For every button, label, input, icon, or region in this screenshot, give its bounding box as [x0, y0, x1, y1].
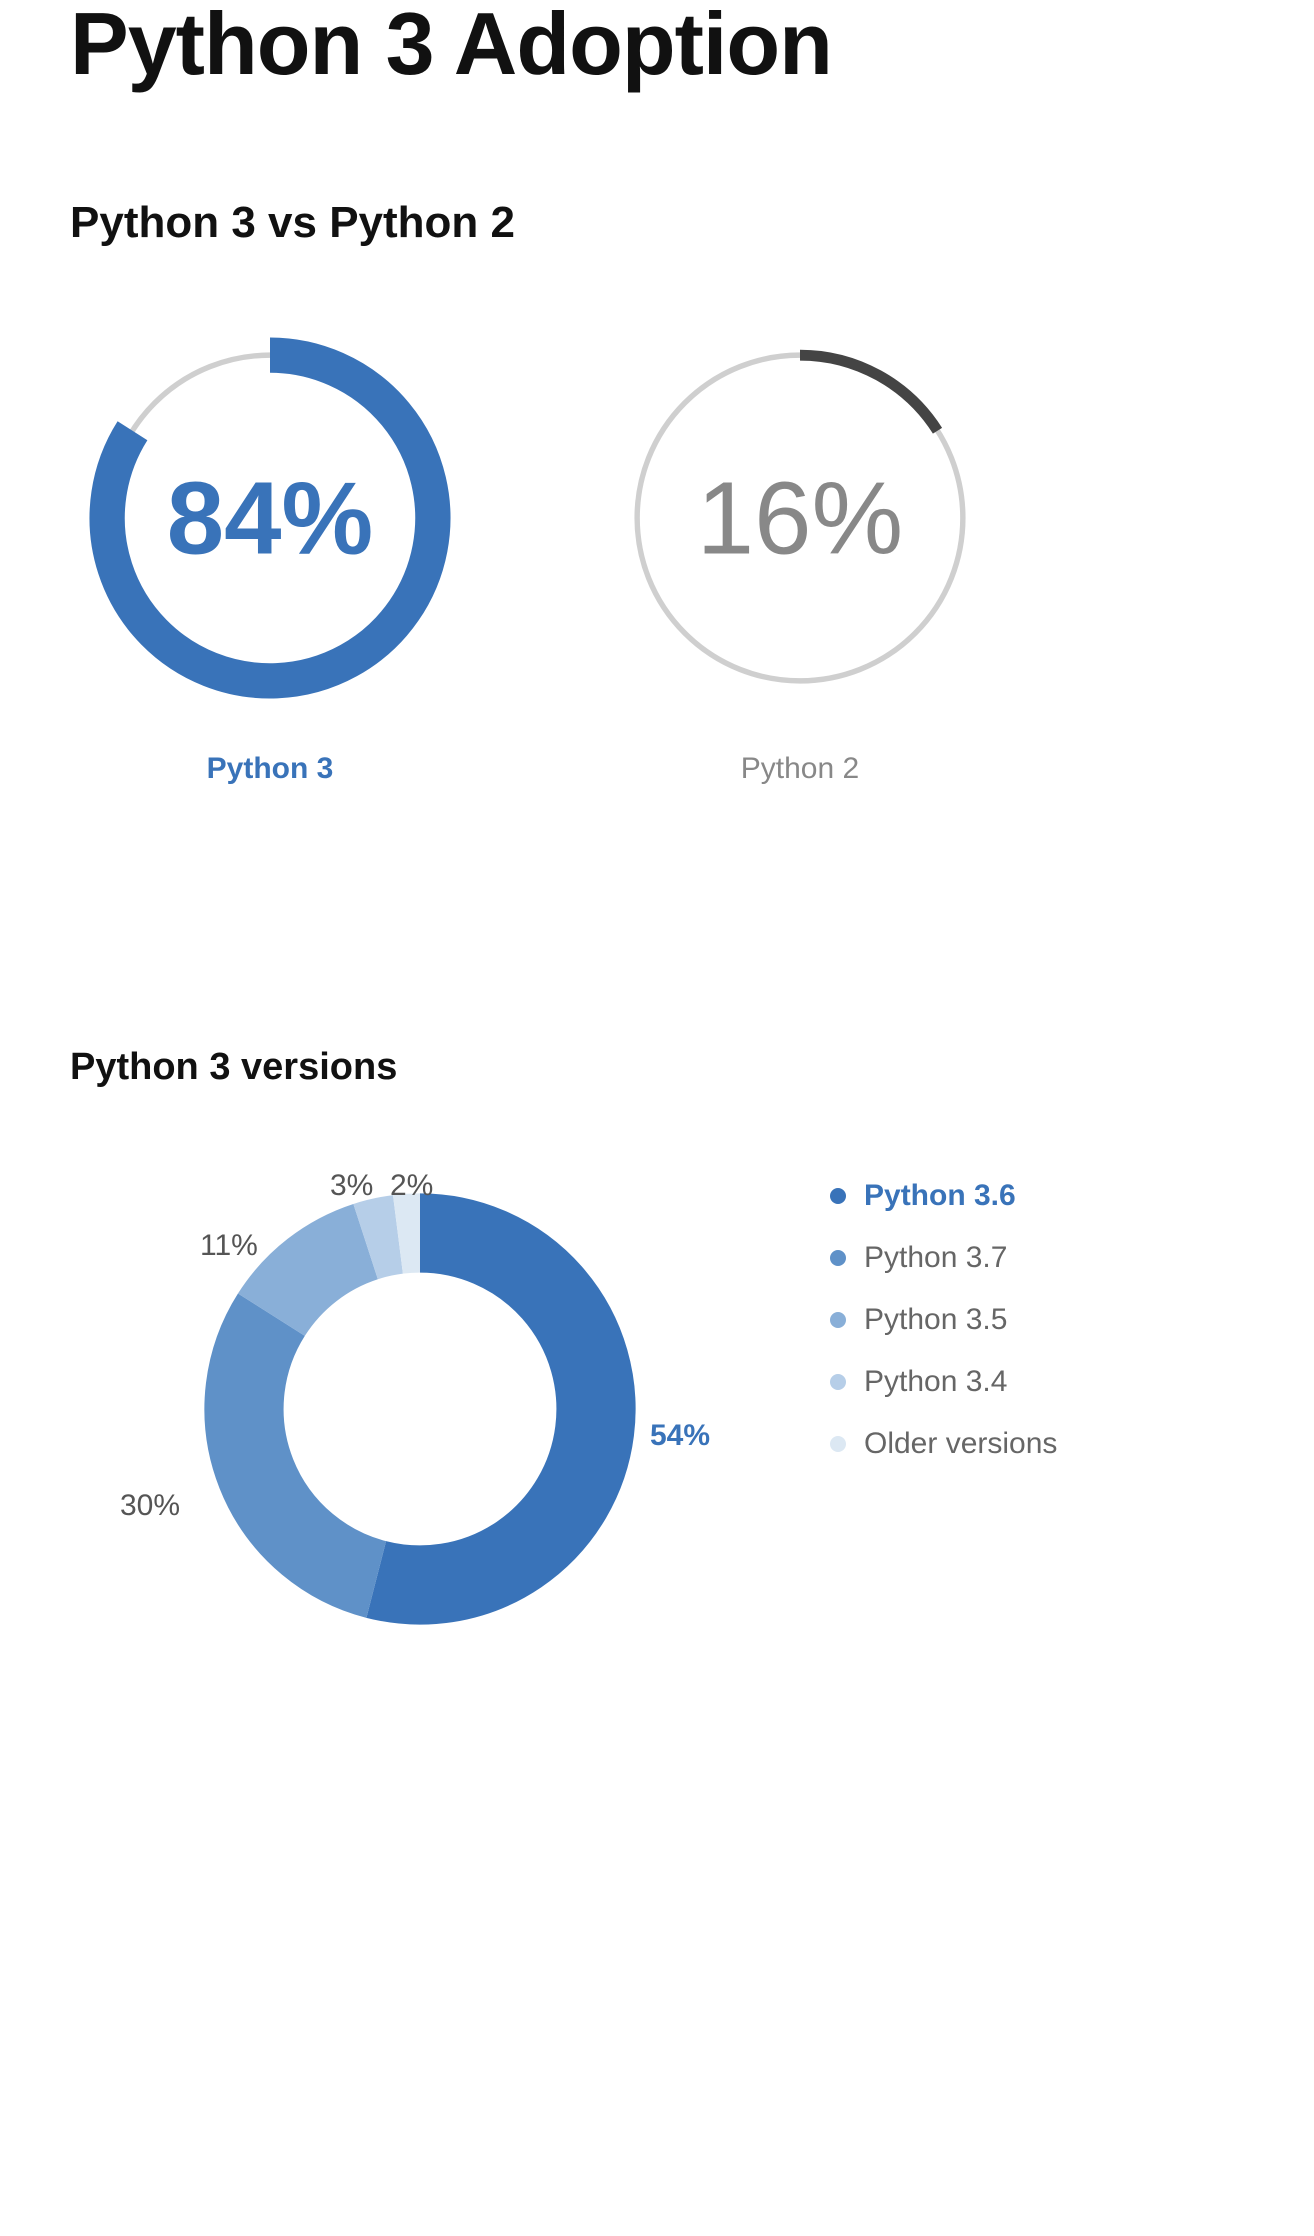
legend-item-3: Python 3.4: [830, 1365, 1057, 1399]
donut-legend: Python 3.6 Python 3.7 Python 3.5 Python …: [830, 1179, 1057, 1461]
legend-label: Python 3.7: [864, 1241, 1007, 1275]
section2-heading: Python 3 versions: [70, 1046, 1244, 1089]
gauge-1: 16% Python 2: [610, 328, 990, 786]
donut-slice-label-0: 54%: [650, 1419, 710, 1453]
legend-label: Older versions: [864, 1427, 1057, 1461]
gauge-arc: [800, 355, 938, 431]
page-title: Python 3 Adoption: [70, 0, 1244, 88]
gauge-value: 84%: [167, 461, 373, 576]
gauge-value: 16%: [697, 461, 903, 576]
legend-label: Python 3.4: [864, 1365, 1007, 1399]
gauge-svg: 16%: [610, 328, 990, 708]
donut-slice-0: [376, 1233, 596, 1585]
legend-swatch: [830, 1312, 846, 1328]
gauge-0: 84% Python 3: [80, 328, 460, 786]
legend-item-2: Python 3.5: [830, 1303, 1057, 1337]
donut-slice-4: [398, 1233, 420, 1234]
gauge-label: Python 3: [207, 752, 334, 786]
legend-swatch: [830, 1436, 846, 1452]
legend-label: Python 3.6: [864, 1179, 1016, 1213]
legend-swatch: [830, 1250, 846, 1266]
legend-item-4: Older versions: [830, 1427, 1057, 1461]
donut-slice-1: [244, 1315, 376, 1580]
donut-slice-label-4: 2%: [390, 1169, 433, 1203]
donut-slice-3: [366, 1234, 398, 1241]
gauges-row: 84% Python 3 16% Python 2: [80, 328, 1244, 786]
legend-swatch: [830, 1374, 846, 1390]
donut-slice-label-1: 30%: [120, 1489, 180, 1523]
legend-label: Python 3.5: [864, 1303, 1007, 1337]
donut-slice-label-2: 11%: [200, 1229, 258, 1263]
donut-chart: 54% 30% 11% 3% 2%: [100, 1159, 740, 1719]
legend-item-0: Python 3.6: [830, 1179, 1057, 1213]
legend-swatch: [830, 1188, 846, 1204]
donut-slice-label-3: 3%: [330, 1169, 373, 1203]
donut-svg: [200, 1189, 640, 1629]
donut-row: 54% 30% 11% 3% 2% Python 3.6 Python 3.7 Pyth…: [100, 1159, 1244, 1719]
legend-item-1: Python 3.7: [830, 1241, 1057, 1275]
donut-slice-2: [271, 1242, 365, 1315]
section1-heading: Python 3 vs Python 2: [70, 198, 1244, 248]
gauge-svg: 84%: [80, 328, 460, 708]
gauge-label: Python 2: [741, 752, 859, 786]
